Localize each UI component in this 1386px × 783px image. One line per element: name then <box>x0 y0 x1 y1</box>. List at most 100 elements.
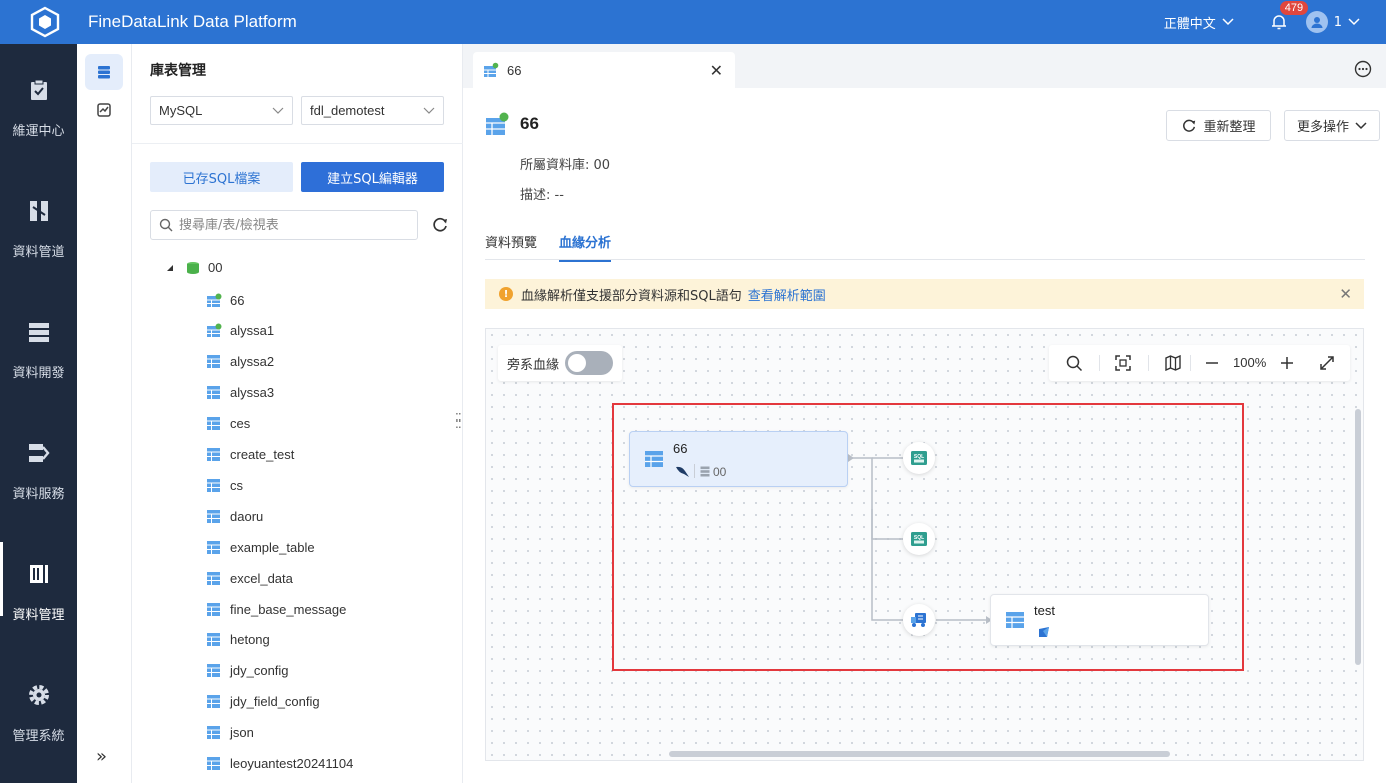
chevron-down-icon <box>272 107 284 114</box>
more-actions-label: 更多操作 <box>1296 120 1349 135</box>
table-row[interactable]: alyssa2 <box>206 352 274 372</box>
nav-item-admin[interactable]: 管理系統 <box>0 649 77 749</box>
tab-lineage-analysis[interactable]: 血緣分析 <box>559 232 612 262</box>
db-name-select[interactable]: fdl_demotest <box>301 96 444 125</box>
nav-item-operations[interactable]: 維運中心 <box>0 44 77 144</box>
target-table-node[interactable]: test <box>990 594 1209 646</box>
table-row[interactable]: create_test <box>206 445 294 465</box>
source-table-node[interactable]: 66 00 <box>629 431 848 487</box>
table-row[interactable]: ces <box>206 414 250 434</box>
search-input[interactable] <box>179 217 399 233</box>
table-row[interactable]: excel_data <box>206 568 293 588</box>
user-icon <box>1311 17 1323 28</box>
main-nav: 維運中心 資料管道 資料開發 資料服務 資料管理 管理系統 <box>0 44 77 783</box>
table-icon <box>207 540 220 554</box>
side-lineage-toggle-box: 旁系血緣 <box>498 345 622 381</box>
server-rack-icon <box>28 323 49 342</box>
table-row[interactable]: hetong <box>206 630 270 650</box>
nav-item-data-management[interactable]: 資料管理 <box>0 528 77 628</box>
detail-tabs: 資料預覽 血緣分析 <box>485 226 1365 262</box>
collapse-triangle-icon[interactable] <box>166 264 174 272</box>
reorganize-button[interactable]: 重新整理 <box>1166 110 1271 141</box>
sql-node-1[interactable]: SQL <box>903 442 935 474</box>
table-row[interactable]: leoyuantest20241104 <box>206 754 353 774</box>
notification-badge: 479 <box>1279 1 1309 15</box>
vertical-scrollbar[interactable] <box>1355 409 1361 665</box>
table-row[interactable]: fine_base_message <box>206 599 346 619</box>
zoom-in-icon[interactable] <box>1278 354 1296 372</box>
toolbar-separator <box>1148 355 1149 371</box>
refresh-icon[interactable] <box>431 216 449 234</box>
refresh-icon <box>1183 119 1196 132</box>
sql-node-2[interactable]: SQL <box>903 523 935 555</box>
zoom-out-icon[interactable] <box>1203 354 1221 372</box>
sql-icon: SQL <box>911 532 927 546</box>
table-row[interactable]: 66 <box>206 290 244 310</box>
tab-label: 66 <box>507 62 522 78</box>
horizontal-scrollbar[interactable] <box>669 751 1170 757</box>
table-lineage-icon <box>484 62 499 77</box>
table-name: jdy_config <box>230 663 289 679</box>
service-icon <box>28 444 50 462</box>
clipboard-check-icon <box>30 79 47 100</box>
tree-root-00[interactable]: 00 <box>166 260 222 275</box>
table-row[interactable]: jdy_config <box>206 661 289 681</box>
rail-chart-button[interactable] <box>85 92 123 128</box>
table-icon <box>207 478 220 492</box>
nav-item-service[interactable]: 資料服務 <box>0 407 77 507</box>
table-lineage-icon <box>486 112 509 135</box>
library-title: 庫表管理 <box>150 63 206 79</box>
truck-icon <box>911 613 926 627</box>
object-header: 66 <box>485 112 539 136</box>
table-name: create_test <box>230 447 295 462</box>
db-type-select[interactable]: MySQL <box>150 96 293 125</box>
view-scope-link[interactable]: 查看解析範圍 <box>748 285 826 304</box>
more-actions-button[interactable]: 更多操作 <box>1284 110 1380 141</box>
saved-sql-button[interactable]: 已存SQL檔案 <box>150 162 293 192</box>
panel-resize-handle[interactable]: ⁚⁚ ⁚⁚ <box>455 412 467 431</box>
table-name: example_table <box>230 539 315 555</box>
notification-button[interactable]: 479 <box>1270 1 1309 31</box>
close-icon[interactable]: ✕ <box>710 61 723 81</box>
table-row[interactable]: alyssa3 <box>206 383 274 403</box>
close-icon[interactable]: ✕ <box>1339 285 1352 303</box>
table-icon <box>1006 612 1024 628</box>
table-icon <box>207 448 220 461</box>
fullscreen-icon[interactable] <box>1318 354 1336 372</box>
table-row[interactable]: example_table <box>206 537 315 557</box>
table-row[interactable]: cs <box>206 475 243 495</box>
fit-view-icon[interactable] <box>1114 354 1132 372</box>
table-row[interactable]: json <box>206 723 254 743</box>
table-row[interactable]: jdy_field_config <box>206 692 320 712</box>
table-row[interactable]: daoru <box>206 506 263 526</box>
language-label: 正體中文 <box>1163 16 1216 32</box>
canvas-toolbar: 100% <box>1049 345 1350 381</box>
notice-text: 血緣解析僅支援部分資料源和SQL語句 <box>521 288 742 304</box>
nav-item-development[interactable]: 資料開發 <box>0 286 77 386</box>
map-icon[interactable] <box>1164 354 1182 372</box>
expand-icon[interactable]: » <box>96 746 107 767</box>
rail-database-button[interactable] <box>85 54 123 90</box>
lineage-canvas[interactable]: 旁系血緣 100% 66 00 SQL SQL test <box>485 328 1364 761</box>
app-logo-icon[interactable] <box>28 5 62 39</box>
user-menu[interactable]: 1 <box>1305 11 1360 33</box>
bell-icon <box>1271 15 1286 30</box>
sql-text: SQL <box>914 454 924 460</box>
new-sql-editor-button[interactable]: 建立SQL編輯器 <box>301 162 444 192</box>
search-icon[interactable] <box>1065 354 1083 372</box>
search-box <box>150 210 418 240</box>
table-name: alyssa2 <box>230 354 275 370</box>
tab-66[interactable]: 66 ✕ <box>473 52 735 88</box>
warning-icon: ! <box>499 287 513 301</box>
nav-item-pipeline[interactable]: 資料管道 <box>0 165 77 265</box>
table-row[interactable]: alyssa1 <box>206 321 274 341</box>
user-name: 1 <box>1333 14 1342 30</box>
side-lineage-toggle[interactable] <box>565 351 614 375</box>
language-selector[interactable]: 正體中文 <box>1164 13 1234 32</box>
sync-task-node[interactable] <box>903 604 935 636</box>
toolbar-separator <box>1190 355 1191 371</box>
tab-data-preview[interactable]: 資料預覽 <box>485 232 537 251</box>
app-title: FineDataLink Data Platform <box>88 12 297 31</box>
top-bar: FineDataLink Data Platform 正體中文 479 1 <box>0 0 1386 44</box>
more-options-icon[interactable] <box>1354 60 1372 78</box>
